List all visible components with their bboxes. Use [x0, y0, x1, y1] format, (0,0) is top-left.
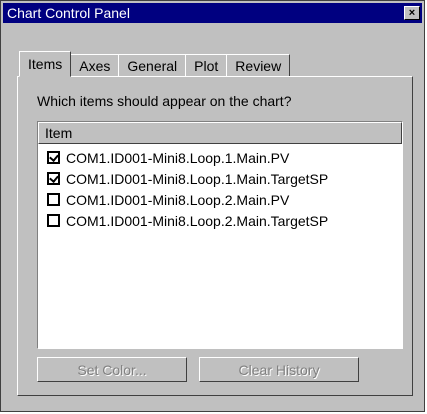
tab-general[interactable]: General	[118, 54, 187, 76]
list-item-label: COM1.ID001-Mini8.Loop.1.Main.TargetSP	[66, 170, 329, 187]
list-item[interactable]: COM1.ID001-Mini8.Loop.1.Main.PV	[38, 147, 402, 168]
items-list[interactable]: Item COM1.ID001-Mini8.Loop.1.Main.PV COM…	[37, 121, 403, 349]
tab-label: Review	[235, 57, 282, 74]
tab-label: General	[127, 57, 178, 74]
checkbox-unchecked[interactable]	[47, 193, 60, 206]
title-bar[interactable]: Chart Control Panel ×	[3, 3, 422, 23]
tab-label: Axes	[79, 57, 111, 74]
items-prompt: Which items should appear on the chart?	[37, 93, 292, 109]
checkbox-unchecked[interactable]	[47, 214, 60, 227]
checkbox-checked[interactable]	[47, 172, 60, 185]
list-item-label: COM1.ID001-Mini8.Loop.2.Main.PV	[66, 191, 290, 208]
window-title: Chart Control Panel	[7, 5, 130, 21]
chart-control-panel-window: Chart Control Panel × Items Axes General…	[0, 0, 425, 412]
tab-items[interactable]: Items	[19, 51, 72, 77]
list-item[interactable]: COM1.ID001-Mini8.Loop.1.Main.TargetSP	[38, 168, 402, 189]
clear-history-button[interactable]: Clear History	[199, 357, 359, 382]
set-color-button[interactable]: Set Color...	[37, 357, 187, 382]
list-item[interactable]: COM1.ID001-Mini8.Loop.2.Main.PV	[38, 189, 402, 210]
tab-label: Plot	[194, 57, 219, 74]
tab-label: Items	[28, 56, 63, 72]
list-header-item[interactable]: Item	[38, 122, 402, 144]
list-item-label: COM1.ID001-Mini8.Loop.2.Main.TargetSP	[66, 212, 329, 229]
list-item-label: COM1.ID001-Mini8.Loop.1.Main.PV	[66, 149, 290, 166]
list-item[interactable]: COM1.ID001-Mini8.Loop.2.Main.TargetSP	[38, 210, 402, 231]
tab-plot[interactable]: Plot	[185, 54, 228, 76]
checkbox-checked[interactable]	[47, 151, 60, 164]
tab-strip: Items Axes General Plot Review	[19, 51, 291, 77]
tab-review[interactable]: Review	[226, 54, 291, 76]
close-icon[interactable]: ×	[404, 6, 420, 20]
tab-axes[interactable]: Axes	[70, 54, 120, 76]
